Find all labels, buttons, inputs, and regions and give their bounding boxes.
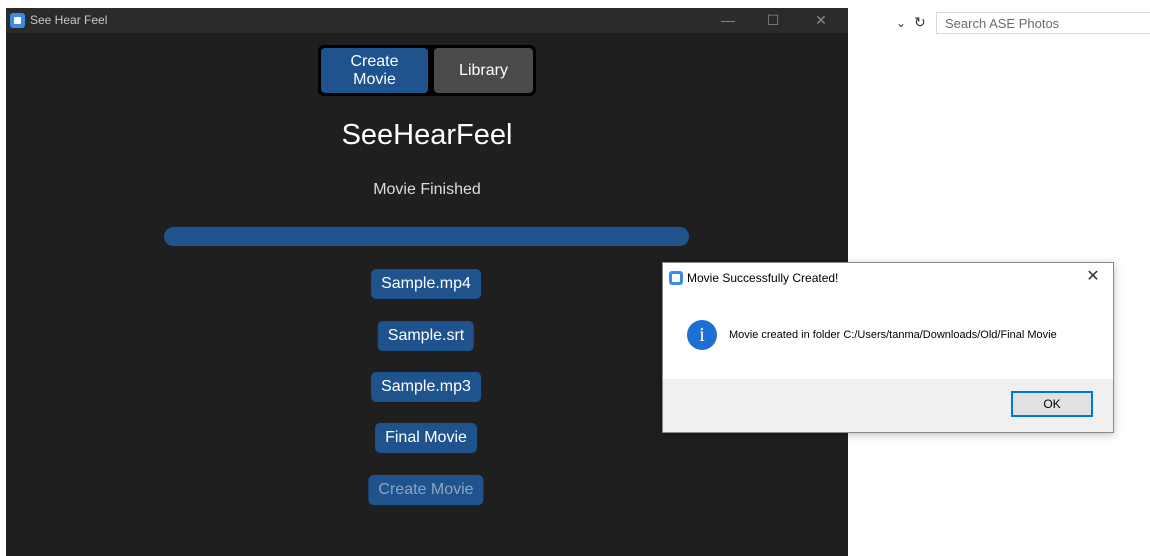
- explorer-toolbar: ⌄ ↻: [848, 8, 1150, 38]
- status-label: Movie Finished: [373, 181, 481, 198]
- tab-library[interactable]: Library: [434, 48, 533, 93]
- create-movie-button[interactable]: Create Movie: [368, 475, 484, 505]
- sample-mp4-button[interactable]: Sample.mp4: [371, 269, 481, 299]
- final-movie-button[interactable]: Final Movie: [375, 423, 477, 453]
- ok-button[interactable]: OK: [1011, 391, 1093, 417]
- refresh-icon[interactable]: ↻: [914, 14, 926, 31]
- dialog-title: Movie Successfully Created!: [687, 271, 839, 285]
- search-input[interactable]: [937, 13, 1150, 33]
- window-title: See Hear Feel: [30, 13, 108, 27]
- search-box[interactable]: [936, 12, 1150, 34]
- tab-create-movie[interactable]: Create Movie: [321, 48, 428, 93]
- title-bar: See Hear Feel — ☐ ✕: [6, 8, 848, 33]
- tab-switcher: Create Movie Library: [318, 45, 536, 96]
- dialog-app-icon: [669, 271, 683, 285]
- dialog-message: Movie created in folder C:/Users/tanma/D…: [729, 329, 1057, 341]
- sample-mp3-button[interactable]: Sample.mp3: [371, 372, 481, 402]
- close-button[interactable]: ✕: [806, 9, 836, 31]
- dialog-footer: OK: [663, 379, 1113, 432]
- app-heading: SeeHearFeel: [341, 119, 513, 151]
- progress-bar: [164, 227, 689, 246]
- success-dialog: Movie Successfully Created! ✕ i Movie cr…: [662, 262, 1114, 433]
- info-icon: i: [687, 320, 717, 350]
- progress-fill: [164, 227, 689, 246]
- minimize-button[interactable]: —: [713, 9, 743, 31]
- dialog-close-button[interactable]: ✕: [1081, 266, 1105, 288]
- chevron-down-icon[interactable]: ⌄: [896, 16, 906, 30]
- maximize-button[interactable]: ☐: [758, 9, 788, 31]
- sample-srt-button[interactable]: Sample.srt: [377, 321, 475, 351]
- app-icon: [10, 13, 25, 28]
